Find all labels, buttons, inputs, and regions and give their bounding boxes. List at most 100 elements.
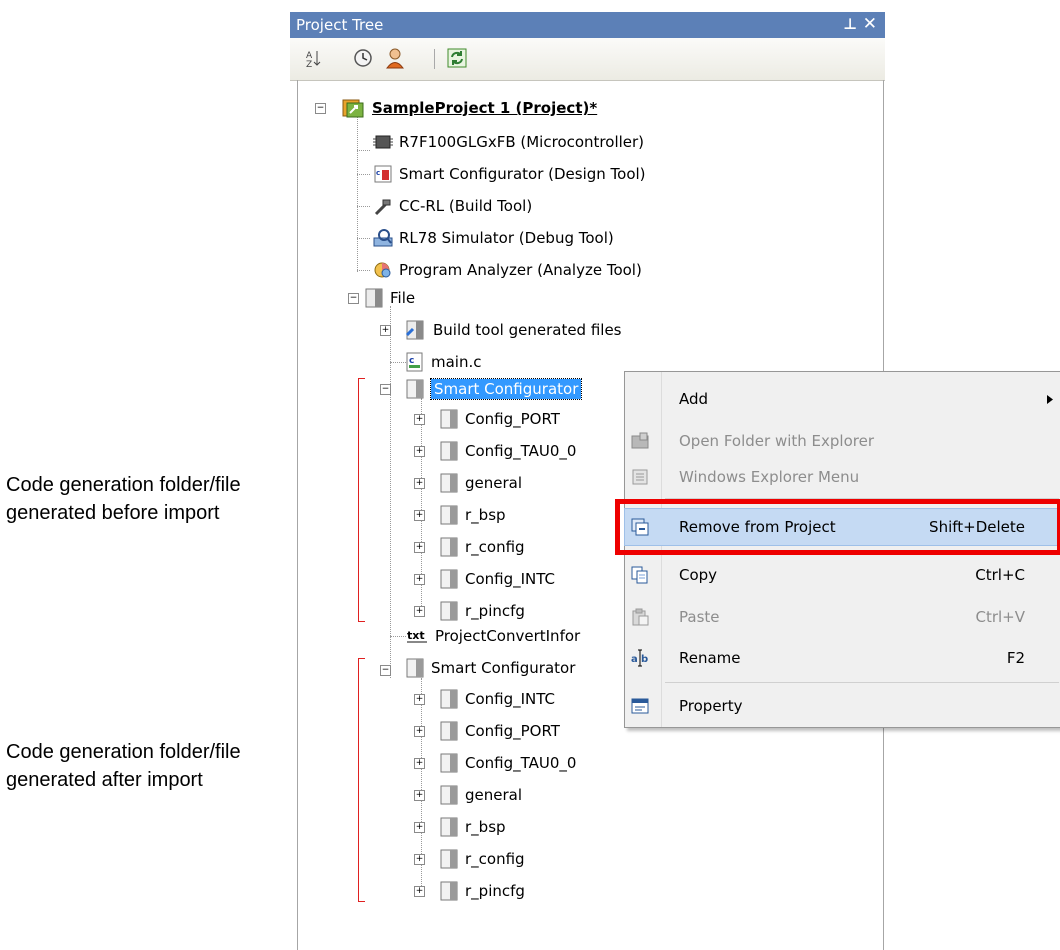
menu-item-add[interactable]: Add: [625, 381, 1060, 417]
tree-item-main-c[interactable]: c main.c: [404, 350, 482, 374]
expand-toggle[interactable]: +: [414, 694, 425, 705]
build-files-icon: [405, 320, 424, 340]
collapse-toggle-sc2[interactable]: −: [380, 665, 391, 676]
expand-toggle[interactable]: +: [414, 606, 425, 617]
expand-toggle[interactable]: +: [414, 726, 425, 737]
tree-item-project-convert-info[interactable]: txt ProjectConvertInfor: [406, 624, 580, 648]
expand-toggle[interactable]: +: [414, 822, 425, 833]
tree-item-smart-configurator-2[interactable]: Smart Configurator: [404, 656, 575, 680]
tree-item-general-2[interactable]: general: [438, 783, 522, 807]
tree-item-r-config-2[interactable]: r_config: [438, 847, 525, 871]
expand-toggle[interactable]: +: [414, 414, 425, 425]
refresh-icon[interactable]: [446, 47, 468, 69]
txt-file-icon: txt: [407, 629, 427, 643]
annotation-after: Code generation folder/file generated af…: [6, 738, 241, 794]
collapse-toggle-project[interactable]: −: [315, 103, 326, 114]
expand-toggle[interactable]: +: [414, 854, 425, 865]
expand-toggle[interactable]: +: [414, 574, 425, 585]
menu-item-label: Copy: [679, 566, 718, 584]
tree-item-r-bsp[interactable]: r_bsp: [438, 503, 506, 527]
tree-item-build-generated[interactable]: Build tool generated files: [404, 318, 622, 342]
highlight-box: [615, 499, 1060, 555]
tree-item-label: Config_TAU0_0: [465, 442, 577, 460]
tree-item-config-tau0-0-2[interactable]: Config_TAU0_0: [438, 751, 576, 775]
tree-item-config-port[interactable]: Config_PORT: [438, 407, 560, 431]
svg-text:b: b: [641, 654, 648, 665]
menu-item-copy[interactable]: Copy Ctrl+C: [625, 557, 1060, 593]
menu-item-label: Add: [679, 390, 709, 408]
folder-icon: [440, 601, 458, 621]
annotation-line: generated after import: [6, 769, 203, 791]
toolbar-separator: [434, 49, 435, 69]
expand-toggle[interactable]: +: [414, 886, 425, 897]
pin-icon[interactable]: ⊥: [843, 15, 857, 33]
debug-tool-label: RL78 Simulator (Debug Tool): [399, 229, 614, 247]
tree-item-r-config[interactable]: r_config: [438, 535, 525, 559]
tree-item-label: r_bsp: [465, 506, 506, 524]
folder-icon: [440, 881, 458, 901]
main-c-label: main.c: [431, 353, 482, 371]
annotation-before: Code generation folder/file generated be…: [6, 471, 241, 527]
paste-icon: [632, 608, 649, 626]
panel-title-bar[interactable]: Project Tree ⊥ ✕: [290, 12, 885, 38]
clock-icon[interactable]: [352, 47, 374, 69]
tree-item-config-intc[interactable]: Config_INTC: [438, 567, 555, 591]
hammer-icon: [374, 199, 391, 216]
close-icon[interactable]: ✕: [863, 14, 877, 34]
sort-icon[interactable]: AZ: [302, 47, 324, 70]
folder-icon: [440, 689, 458, 709]
collapse-toggle-sc1[interactable]: −: [380, 384, 391, 395]
tree-item-label: general: [465, 786, 523, 804]
tree-item-project[interactable]: SampleProject 1 (Project)*: [341, 96, 597, 120]
folder-icon: [440, 441, 458, 461]
tree-item-r-pincfg-2[interactable]: r_pincfg: [438, 879, 525, 903]
menu-item-open-folder[interactable]: Open Folder with Explorer: [625, 423, 1060, 459]
expand-toggle[interactable]: +: [414, 542, 425, 553]
folder-icon: [440, 409, 458, 429]
expand-toggle[interactable]: +: [414, 478, 425, 489]
expand-toggle[interactable]: +: [414, 510, 425, 521]
tree-line: [357, 108, 358, 272]
explorer-menu-icon: [632, 469, 648, 485]
smart-configurator-label: Smart Configurator: [429, 378, 583, 400]
menu-item-paste[interactable]: Paste Ctrl+V: [625, 599, 1060, 635]
tree-item-label: r_config: [465, 538, 525, 556]
tree-item-config-tau0-0[interactable]: Config_TAU0_0: [438, 439, 576, 463]
simulator-icon: [373, 229, 393, 247]
chip-icon: [373, 135, 393, 149]
tree-item-analyze-tool[interactable]: Program Analyzer (Analyze Tool): [372, 258, 642, 282]
menu-item-property[interactable]: Property: [625, 688, 1060, 724]
menu-item-label: Property: [679, 697, 743, 715]
project-icon: [342, 99, 364, 118]
tree-item-label: r_pincfg: [465, 882, 525, 900]
menu-item-label: Windows Explorer Menu: [679, 468, 860, 486]
tree-item-design-tool[interactable]: c Smart Configurator (Design Tool): [372, 162, 646, 186]
menu-item-rename[interactable]: ab Rename F2: [625, 640, 1060, 676]
tree-item-general[interactable]: general: [438, 471, 522, 495]
menu-separator: [665, 682, 1059, 683]
menu-item-explorer-menu[interactable]: Windows Explorer Menu: [625, 459, 1060, 495]
expand-toggle[interactable]: +: [414, 758, 425, 769]
tree-item-r-pincfg[interactable]: r_pincfg: [438, 599, 525, 623]
folder-icon: [406, 379, 424, 399]
tree-item-microcontroller[interactable]: R7F100GLGxFB (Microcontroller): [372, 130, 644, 154]
tree-item-config-port-2[interactable]: Config_PORT: [438, 719, 560, 743]
tree-line: [357, 270, 370, 271]
build-generated-label: Build tool generated files: [433, 321, 622, 339]
tree-item-build-tool[interactable]: CC-RL (Build Tool): [372, 194, 532, 218]
annotation-line: Code generation folder/file: [6, 474, 241, 496]
user-icon[interactable]: [384, 47, 406, 69]
tree-item-file[interactable]: File: [363, 286, 415, 310]
expand-toggle[interactable]: +: [414, 446, 425, 457]
tree-item-debug-tool[interactable]: RL78 Simulator (Debug Tool): [372, 226, 614, 250]
folder-icon: [440, 785, 458, 805]
tree-item-config-intc-2[interactable]: Config_INTC: [438, 687, 555, 711]
expand-toggle-build-files[interactable]: +: [380, 325, 391, 336]
menu-item-label: Rename: [679, 649, 741, 667]
tree-item-r-bsp-2[interactable]: r_bsp: [438, 815, 506, 839]
expand-toggle[interactable]: +: [414, 790, 425, 801]
folder-icon: [440, 721, 458, 741]
tree-item-smart-configurator-selected[interactable]: Smart Configurator: [404, 377, 583, 401]
collapse-toggle-file[interactable]: −: [348, 293, 359, 304]
build-tool-label: CC-RL (Build Tool): [399, 197, 533, 215]
